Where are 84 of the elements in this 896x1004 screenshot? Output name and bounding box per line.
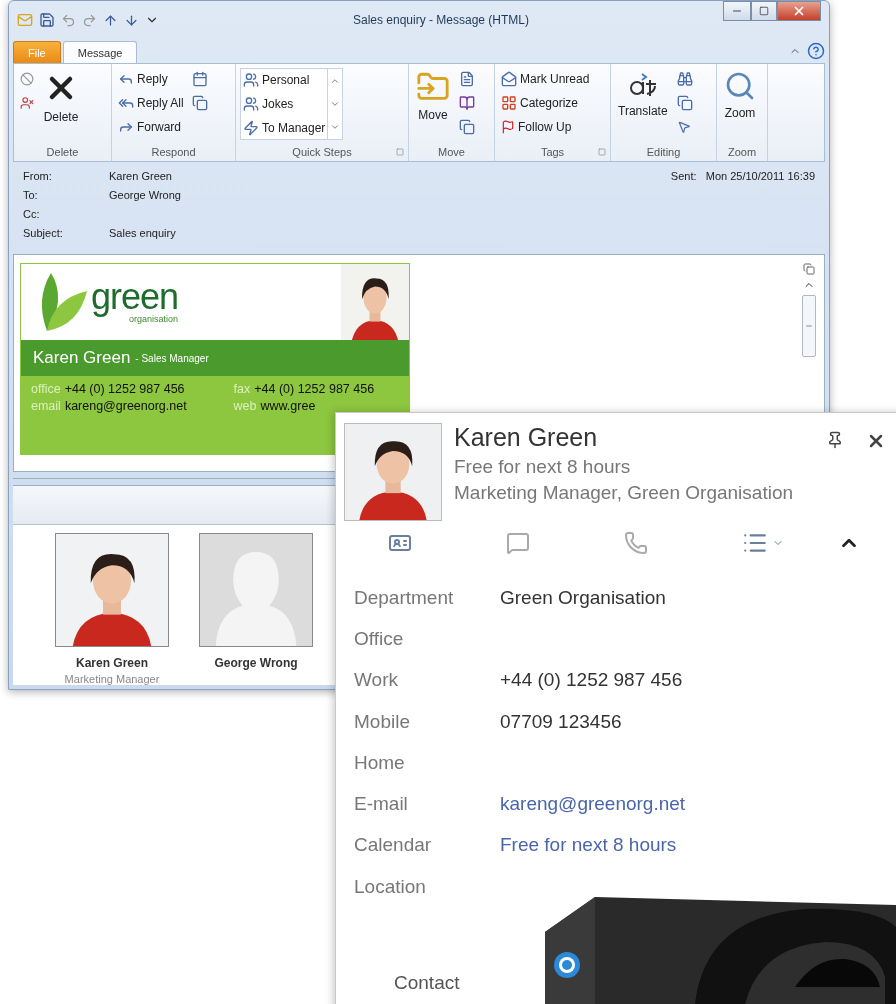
header-label: To: [23,189,39,203]
flag-icon [501,119,515,134]
header-value: Karen Green [109,170,173,184]
person-name: Karen Green [76,656,148,670]
next-icon[interactable] [124,12,139,28]
ribbon-button[interactable]: Zoom [721,68,759,143]
field-value: Green Organisation [500,586,667,609]
group-label: Tags [540,146,565,158]
scroll-down-icon[interactable] [330,99,341,109]
header-value: Sales enquiry [109,227,177,241]
previous-icon[interactable] [103,12,118,28]
ribbon-button[interactable]: Delete [40,68,82,143]
ribbon-button[interactable]: Translate [615,68,671,143]
scroll-thumb[interactable] [802,295,816,357]
phone-icon[interactable] [622,529,650,557]
envelope-icon [501,70,517,87]
field-link[interactable]: kareng@greenorg.net [500,793,896,816]
field-label: E-mail [354,793,409,816]
ribbon-button[interactable]: Categorize [499,92,592,113]
ribbon-button[interactable]: Reply All [116,92,186,113]
field-label: Home [354,751,406,774]
group-label: Quick Steps [292,146,352,158]
people-icon [243,95,259,112]
contact-value: +44 (0) 1252 987 456 [254,381,375,398]
ribbon-button[interactable]: Forward [116,116,186,137]
lightning-icon [243,119,259,136]
field-label: Location [354,875,427,898]
group-label: Zoom [727,146,757,158]
quick-step[interactable]: Personal [241,69,328,90]
ribbon-tab[interactable]: Message [62,41,138,63]
help-icon[interactable] [807,42,825,60]
header-value: George Wrong [109,189,182,203]
contact-name: Karen Green [454,423,599,452]
ribbon-button[interactable]: Follow Up [499,116,592,137]
ribbon-button[interactable]: Reply [116,68,186,89]
contact-value: +44 (0) 1252 987 456 [64,381,185,398]
availability-status: Free for next 8 hours [454,456,632,478]
maximize-button[interactable] [751,1,777,21]
card-tab[interactable]: Contact [388,971,466,995]
group-label: Respond [151,146,196,158]
pin-icon[interactable] [826,431,844,451]
ribbon-button[interactable]: Move [413,68,453,143]
contact-label: fax [233,381,251,398]
field-label: Department [354,586,455,609]
person-title: Marketing Manager [64,673,160,685]
header-label: Cc: [23,208,41,222]
maximize-icon [759,6,769,16]
field-label: Work [354,669,399,692]
contact-value: www.gree [260,398,316,415]
signature-name: Karen Green [33,348,131,368]
header-label: Subject: [23,227,64,241]
avatar-silhouette[interactable] [199,533,313,647]
grid-icon [501,94,517,111]
undo-icon[interactable] [61,12,76,28]
search-icon [724,70,756,102]
contact-value: kareng@greenorg.net [64,398,187,415]
field-label: Calendar [354,834,433,857]
save-icon[interactable] [39,12,55,28]
job-title: Marketing Manager, Green Organisation [454,482,793,504]
window-title: Sales enquiry - Message (HTML) [352,13,530,27]
field-label: Office [354,627,405,650]
signature-role: - Sales Manager [135,352,209,364]
contact-label: web [233,398,257,415]
logo-subtext: organisation [129,314,179,324]
field-value: 07709 123456 [500,710,623,733]
minimize-button[interactable] [723,1,751,21]
ribbon-button[interactable]: Mark Unread [499,68,592,89]
group-label: Editing [646,146,681,158]
contact-label: email [31,398,61,415]
contact-label: office [31,381,61,398]
redo-icon[interactable] [82,12,97,28]
field-value: +44 (0) 1252 987 456 [500,669,684,692]
header-label: From: [23,170,53,184]
people-icon [243,71,259,88]
quick-step[interactable]: To Manager [241,117,328,138]
field-link[interactable]: Free for next 8 hours [500,834,896,857]
person-name: George Wrong [214,656,298,670]
field-label: Mobile [354,710,411,733]
sent-date: Sent: Mon 25/10/2011 16:39 [670,170,815,184]
close-button[interactable] [777,1,821,21]
group-label: Move [438,146,465,158]
quick-step[interactable]: Jokes [241,93,328,114]
close-icon [792,4,806,18]
group-label: Delete [46,146,79,158]
